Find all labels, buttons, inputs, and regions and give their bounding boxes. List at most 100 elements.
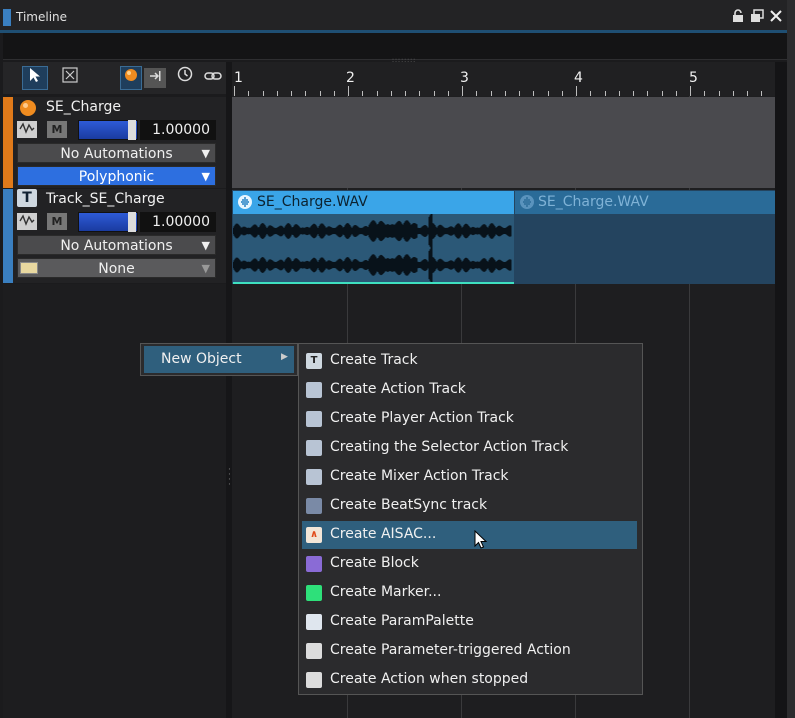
waveform-clip-body[interactable] bbox=[232, 213, 514, 284]
ghost-clip-header: SE_Charge.WAV bbox=[515, 191, 775, 214]
mute-button[interactable]: M bbox=[47, 121, 67, 138]
ruler-major-tick bbox=[462, 86, 463, 96]
menu-item-create-track[interactable]: T Create Track bbox=[302, 347, 637, 375]
beatsync-icon bbox=[306, 498, 322, 514]
menu-item-label: Create Action Track bbox=[330, 381, 466, 397]
volume-slider[interactable] bbox=[78, 120, 138, 140]
clock-icon[interactable] bbox=[173, 66, 197, 90]
chevron-down-icon: ▼ bbox=[201, 262, 210, 275]
splitter-grip: · · · · bbox=[228, 465, 231, 490]
track-name[interactable]: SE_Charge bbox=[46, 99, 121, 115]
chevron-right-icon: ▶ bbox=[281, 352, 288, 362]
chevron-down-icon: ▼ bbox=[201, 147, 210, 160]
mouse-cursor-icon bbox=[474, 529, 488, 554]
vertical-scrollbar[interactable] bbox=[775, 62, 787, 718]
cut-tool-icon[interactable] bbox=[58, 66, 82, 90]
clip-label: SE_Charge.WAV bbox=[538, 194, 649, 210]
clapper-icon bbox=[306, 643, 322, 659]
menu-item-label: Create Parameter-triggered Action bbox=[330, 642, 571, 658]
waveform-clip-icon bbox=[237, 194, 253, 214]
clip-label: SE_Charge.WAV bbox=[257, 194, 368, 210]
restore-icon[interactable] bbox=[749, 9, 765, 25]
menu-item-label: Create Marker... bbox=[330, 584, 442, 600]
menu-item-create-block[interactable]: Create Block bbox=[302, 550, 637, 578]
export-arrow-icon[interactable] bbox=[144, 68, 166, 88]
ruler-bar-label: 4 bbox=[574, 70, 583, 86]
selector-action-icon bbox=[306, 440, 322, 456]
window-title-bar bbox=[0, 0, 795, 30]
timeline-top-panel bbox=[3, 33, 787, 60]
polyphony-dropdown-label: Polyphonic bbox=[78, 169, 155, 185]
automation-dropdown-label: No Automations bbox=[60, 238, 173, 254]
menu-item-label: Create Player Action Track bbox=[330, 410, 514, 426]
ruler-bar-label: 2 bbox=[346, 70, 355, 86]
mute-button[interactable]: M bbox=[47, 213, 67, 230]
volume-slider[interactable] bbox=[78, 212, 138, 232]
menu-item-label: Creating the Selector Action Track bbox=[330, 439, 569, 455]
automation-dropdown[interactable]: No Automations ▼ bbox=[17, 235, 216, 255]
menu-item-label: Create BeatSync track bbox=[330, 497, 488, 513]
waveform-clip-icon bbox=[519, 194, 535, 214]
ruler-bar-label: 3 bbox=[460, 70, 469, 86]
cue-sphere-icon bbox=[19, 99, 37, 121]
ruler-major-tick bbox=[576, 86, 577, 96]
waveform-toggle-icon[interactable] bbox=[17, 121, 37, 138]
clapper-stop-icon bbox=[306, 672, 322, 688]
lock-icon[interactable] bbox=[731, 9, 745, 25]
select-arrow-icon[interactable] bbox=[22, 66, 48, 90]
track-t-icon: T bbox=[17, 189, 37, 207]
volume-value[interactable]: 1.00000 bbox=[140, 120, 216, 140]
cue-color-bar bbox=[3, 97, 13, 188]
selector-dropdown[interactable]: None ▼ bbox=[17, 258, 216, 278]
marker-flag-icon bbox=[306, 585, 322, 601]
menu-item-label: Create Mixer Action Track bbox=[330, 468, 509, 484]
menu-item-create-player-action-track[interactable]: Create Player Action Track bbox=[302, 405, 637, 433]
menu-item-create-action-when-stopped[interactable]: Create Action when stopped bbox=[302, 666, 637, 694]
menu-item-label: Create Track bbox=[330, 352, 418, 368]
close-icon[interactable] bbox=[768, 9, 784, 25]
automation-dropdown-label: No Automations bbox=[60, 146, 173, 162]
menu-item-create-mixer-action-track[interactable]: Create Mixer Action Track bbox=[302, 463, 637, 491]
menu-item-creating-the-selector-action-track[interactable]: Creating the Selector Action Track bbox=[302, 434, 637, 462]
param-palette-icon bbox=[306, 614, 322, 630]
track-panel-splitter[interactable] bbox=[226, 62, 232, 718]
volume-slider-knob[interactable] bbox=[128, 212, 136, 232]
block-icon bbox=[306, 556, 322, 572]
menu-item-create-action-track[interactable]: Create Action Track bbox=[302, 376, 637, 404]
window-edge bbox=[787, 0, 795, 718]
polyphony-dropdown[interactable]: Polyphonic ▼ bbox=[17, 166, 216, 186]
cue-lane[interactable] bbox=[232, 97, 775, 188]
track-name[interactable]: Track_SE_Charge bbox=[46, 191, 165, 207]
menu-item-create-parampalette[interactable]: Create ParamPalette bbox=[302, 608, 637, 636]
record-sphere-icon[interactable] bbox=[120, 66, 142, 90]
track-t-icon: T bbox=[306, 353, 322, 369]
menu-item-create-parameter-triggered-action[interactable]: Create Parameter-triggered Action bbox=[302, 637, 637, 665]
volume-slider-knob[interactable] bbox=[128, 120, 136, 140]
automation-dropdown[interactable]: No Automations ▼ bbox=[17, 143, 216, 163]
player-action-icon bbox=[306, 411, 322, 427]
volume-value[interactable]: 1.00000 bbox=[140, 212, 216, 232]
menu-item-label: Create Block bbox=[330, 555, 419, 571]
new-object-submenu: T Create Track Create Action Track Create P… bbox=[298, 343, 643, 695]
new-object-menu-item[interactable]: New Object ▶ bbox=[144, 346, 294, 373]
menu-item-create-aisac[interactable]: ∧ Create AISAC... bbox=[302, 521, 637, 549]
menu-item-create-marker[interactable]: Create Marker... bbox=[302, 579, 637, 607]
menu-item-label: Create Action when stopped bbox=[330, 671, 529, 687]
waveform-display bbox=[232, 213, 512, 283]
menu-item-label: Create AISAC... bbox=[330, 526, 437, 542]
ruler-major-tick bbox=[690, 86, 691, 96]
waveform-toggle-icon[interactable] bbox=[17, 213, 37, 230]
menu-item-create-beatsync-track[interactable]: Create BeatSync track bbox=[302, 492, 637, 520]
mixer-action-icon bbox=[306, 469, 322, 485]
selector-icon bbox=[20, 262, 38, 274]
title-accent-bar bbox=[3, 9, 11, 26]
action-track-icon bbox=[306, 382, 322, 398]
ruler-bar-label: 5 bbox=[689, 70, 698, 86]
window-title: Timeline bbox=[16, 10, 68, 24]
chevron-down-icon: ▼ bbox=[201, 239, 210, 252]
waveform-clip-header[interactable]: SE_Charge.WAV bbox=[233, 191, 514, 214]
ruler-major-tick bbox=[234, 86, 235, 96]
link-icon[interactable] bbox=[201, 66, 225, 90]
aisac-icon: ∧ bbox=[306, 527, 322, 543]
chevron-down-icon: ▼ bbox=[201, 170, 210, 183]
